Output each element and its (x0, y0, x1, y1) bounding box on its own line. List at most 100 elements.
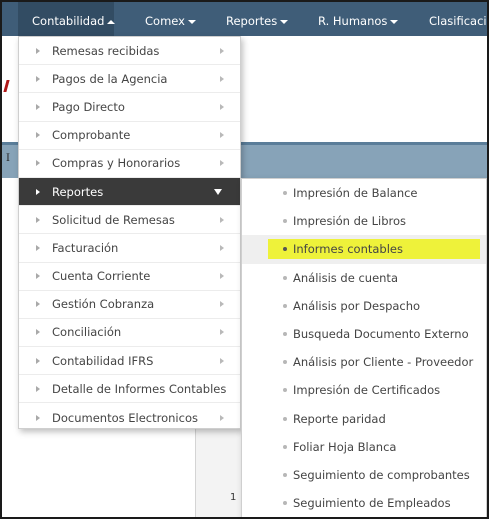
submenu-item-label: Impresión de Libros (293, 214, 407, 229)
bullet-icon (283, 332, 287, 337)
submenu-item-impresion-de-libros[interactable]: Impresión de Libros (242, 207, 486, 235)
menu-item-label: Reportes (52, 184, 104, 199)
submenu-item-label: Análisis de cuenta (293, 270, 398, 285)
caret-up-icon (107, 19, 116, 24)
bullet-icon (283, 444, 287, 449)
caret-down-icon (280, 19, 289, 24)
nav-clasificacion-label: Clasificacion (429, 14, 487, 28)
submenu-item-busqueda-documento-externo[interactable]: Busqueda Documento Externo (242, 320, 486, 348)
arrow-right-icon (36, 216, 40, 223)
submenu-item-label: Seguimiento de comprobantes (293, 467, 470, 482)
background-mark (3, 80, 10, 92)
submenu-chevron-icon (220, 357, 224, 364)
menu-item-remesas-recibidas[interactable]: Remesas recibidas (19, 37, 240, 66)
arrow-right-icon (36, 160, 40, 167)
submenu-item-reporte-paridad[interactable]: Reporte paridad (242, 405, 486, 433)
menu-item-label: Facturación (52, 240, 119, 255)
submenu-item-seguimiento-de-empleados[interactable]: Seguimiento de Empleados (242, 489, 486, 517)
caret-down-icon (214, 188, 222, 195)
submenu-chevron-icon (220, 244, 224, 251)
submenu-item-label: Seguimiento de Empleados (293, 496, 451, 511)
arrow-right-icon (36, 414, 40, 421)
submenu-item-analisis-por-despacho[interactable]: Análisis por Despacho (242, 292, 486, 320)
menu-item-label: Pagos de la Agencia (52, 71, 168, 86)
submenu-chevron-icon (220, 414, 224, 421)
menu-item-label: Conciliación (52, 325, 122, 340)
nav-reportes[interactable]: Reportes (226, 2, 289, 36)
submenu-chevron-icon (220, 329, 224, 336)
arrow-right-icon (36, 301, 40, 308)
submenu-item-label: Análisis por Despacho (293, 298, 421, 313)
submenu-item-informes-contables[interactable]: Informes contables (242, 235, 486, 264)
submenu-item-label: Foliar Hoja Blanca (293, 439, 397, 454)
submenu-item-seguimiento-de-comprobantes[interactable]: Seguimiento de comprobantes (242, 461, 486, 489)
submenu-chevron-icon (220, 216, 224, 223)
reportes-submenu: Impresión de Balance Impresión de Libros… (241, 178, 487, 517)
nav-reportes-label: Reportes (226, 14, 278, 28)
submenu-item-analisis-por-cliente-proveedor[interactable]: Análisis por Cliente - Proveedor (242, 348, 486, 376)
nav-r-humanos[interactable]: R. Humanos (318, 2, 399, 36)
menu-item-solicitud-de-remesas[interactable]: Solicitud de Remesas (19, 206, 240, 235)
menu-item-label: Detalle de Informes Contables (52, 381, 227, 396)
submenu-item-analisis-de-cuenta[interactable]: Análisis de cuenta (242, 264, 486, 292)
submenu-chevron-icon (220, 301, 224, 308)
submenu-chevron-icon (220, 273, 224, 280)
app-frame: Contabilidad Comex Reportes R. Humanos C… (0, 0, 489, 519)
menu-item-label: Compras y Honorarios (52, 156, 181, 171)
menu-item-label: Gestión Cobranza (52, 297, 155, 312)
background-band-text: I (6, 153, 10, 164)
arrow-right-icon (36, 188, 40, 195)
menu-item-label: Pago Directo (52, 99, 125, 114)
submenu-item-impresion-de-certificados[interactable]: Impresión de Certificados (242, 376, 486, 404)
menu-item-pago-directo[interactable]: Pago Directo (19, 93, 240, 122)
arrow-right-icon (36, 273, 40, 280)
nav-contabilidad-label: Contabilidad (32, 14, 105, 28)
submenu-item-impresion-de-balance[interactable]: Impresión de Balance (242, 179, 486, 207)
bullet-icon (283, 219, 287, 224)
arrow-right-icon (36, 75, 40, 82)
submenu-item-foliar-hoja-blanca[interactable]: Foliar Hoja Blanca (242, 433, 486, 461)
submenu-item-label: Análisis por Cliente - Proveedor (293, 355, 474, 370)
bullet-icon (283, 303, 287, 308)
submenu-chevron-icon (220, 75, 224, 82)
menu-item-label: Comprobante (52, 128, 131, 143)
menu-item-comprobante[interactable]: Comprobante (19, 122, 240, 150)
nav-clasificacion[interactable]: Clasificacion (429, 2, 487, 36)
submenu-item-label: Informes contables (293, 242, 403, 257)
top-nav-bar: Contabilidad Comex Reportes R. Humanos C… (2, 2, 487, 36)
arrow-right-icon (36, 47, 40, 54)
menu-item-conciliacion[interactable]: Conciliación (19, 319, 240, 348)
menu-item-label: Documentos Electronicos (52, 410, 198, 425)
menu-item-cuenta-corriente[interactable]: Cuenta Corriente (19, 263, 240, 291)
menu-item-contabilidad-ifrs[interactable]: Contabilidad IFRS (19, 347, 240, 376)
submenu-chevron-icon (220, 103, 224, 110)
nav-contabilidad[interactable]: Contabilidad (18, 2, 116, 36)
bullet-icon (283, 275, 287, 280)
nav-r-humanos-label: R. Humanos (318, 14, 388, 28)
menu-item-gestion-cobranza[interactable]: Gestión Cobranza (19, 291, 240, 319)
arrow-right-icon (36, 329, 40, 336)
menu-item-reportes[interactable]: Reportes (19, 177, 240, 207)
submenu-chevron-icon (220, 160, 224, 167)
nav-comex-label: Comex (145, 14, 185, 28)
arrow-right-icon (36, 357, 40, 364)
menu-item-detalle-de-informes-contables[interactable]: Detalle de Informes Contables (19, 375, 240, 404)
arrow-right-icon (36, 244, 40, 251)
caret-down-icon (390, 19, 399, 24)
menu-item-label: Solicitud de Remesas (52, 212, 175, 227)
bullet-icon (283, 472, 287, 477)
menu-item-compras-y-honorarios[interactable]: Compras y Honorarios (19, 150, 240, 178)
bullet-icon (283, 501, 287, 506)
menu-item-facturacion[interactable]: Facturación (19, 234, 240, 263)
menu-item-documentos-electronicos[interactable]: Documentos Electronicos (19, 403, 240, 431)
menu-item-label: Remesas recibidas (52, 43, 160, 58)
nav-comex[interactable]: Comex (145, 2, 196, 36)
arrow-right-icon (36, 385, 40, 392)
bullet-icon (283, 360, 287, 365)
bullet-icon (283, 416, 287, 421)
submenu-item-label: Busqueda Documento Externo (293, 327, 469, 342)
submenu-item-label: Impresión de Balance (293, 186, 418, 201)
menu-item-pagos-de-la-agencia[interactable]: Pagos de la Agencia (19, 65, 240, 94)
bullet-icon (283, 388, 287, 393)
caret-down-icon (187, 19, 196, 24)
